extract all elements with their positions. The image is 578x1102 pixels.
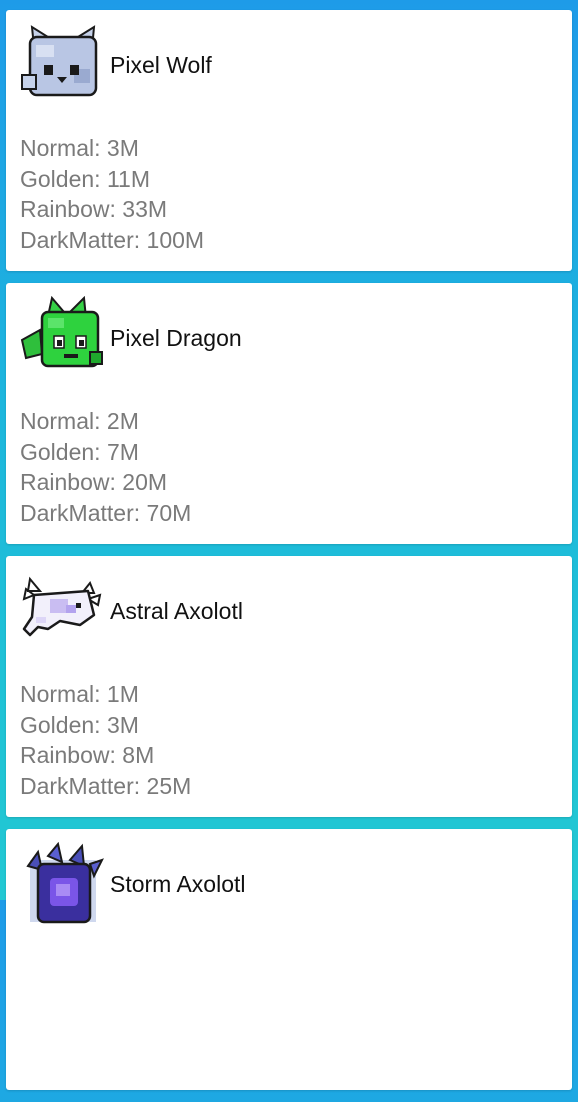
stat-normal: Normal: 3M: [20, 135, 139, 161]
stat-value: 8M: [122, 742, 155, 769]
stat-label: Normal: [20, 135, 95, 161]
stat-value: 20M: [122, 469, 168, 496]
stat-value: 7M: [106, 438, 139, 465]
pet-card-header: Pixel Wolf: [20, 22, 212, 108]
stat-value: 1M: [106, 681, 139, 707]
stat-rainbow: Rainbow: 8M: [20, 742, 155, 769]
stat-label: Rainbow: [20, 469, 110, 496]
stat-value: 33M: [122, 196, 168, 223]
stat-value: 3M: [106, 135, 139, 161]
pet-name: Astral Axolotl: [110, 597, 243, 624]
stat-normal: Normal: 1M: [20, 681, 139, 707]
stat-value: 2M: [106, 408, 139, 434]
pet-card-header: Pixel Dragon: [20, 295, 242, 381]
pet-list: Pixel Wolf Normal: 3M Golden: 11M Rainbo…: [6, 10, 572, 1102]
stat-value: 11M: [106, 165, 150, 192]
pet-card[interactable]: Astral Axolotl Normal: 1M Golden: 3M Rai…: [6, 556, 572, 817]
stat-golden: Golden: 7M: [20, 438, 139, 465]
stat-label: Golden: [20, 711, 95, 738]
stat-label: Rainbow: [20, 196, 110, 223]
stat-value: 3M: [106, 711, 139, 738]
stat-label: DarkMatter: [20, 773, 134, 800]
pet-card-header: Storm Axolotl: [20, 841, 246, 927]
stat-label: DarkMatter: [20, 500, 134, 527]
storm-axolotl-icon: [26, 842, 104, 924]
stat-label: Golden: [20, 165, 95, 192]
pet-name: Pixel Dragon: [110, 324, 242, 351]
stat-label: Normal: [20, 408, 95, 434]
stat-label: DarkMatter: [20, 227, 134, 254]
pet-card[interactable]: Pixel Wolf Normal: 3M Golden: 11M Rainbo…: [6, 10, 572, 271]
stat-darkmatter: DarkMatter: 100M: [20, 227, 205, 254]
stat-label: Rainbow: [20, 742, 110, 769]
pet-name: Pixel Wolf: [110, 51, 212, 78]
stat-darkmatter: DarkMatter: 70M: [20, 500, 192, 527]
pet-card-header: Astral Axolotl: [20, 568, 243, 654]
stat-value: 100M: [146, 227, 205, 254]
pet-value-list: Normal: 3M Golden: 11M Rainbow: 33M Dark…: [20, 133, 204, 256]
stat-rainbow: Rainbow: 20M: [20, 469, 168, 496]
pixel-dragon-icon: [20, 296, 103, 368]
stat-label: Golden: [20, 438, 95, 465]
stat-value: 70M: [146, 500, 192, 527]
stat-golden: Golden: 11M: [20, 165, 150, 192]
pixel-wolf-icon: [21, 25, 98, 97]
pet-value-list: Normal: 1M Golden: 3M Rainbow: 8M DarkMa…: [20, 679, 191, 802]
astral-axolotl-icon: [22, 576, 102, 637]
pet-card[interactable]: Pixel Dragon Normal: 2M Golden: 7M Rainb…: [6, 283, 572, 544]
stat-rainbow: Rainbow: 33M: [20, 196, 168, 223]
stat-darkmatter: DarkMatter: 25M: [20, 773, 192, 800]
stat-golden: Golden: 3M: [20, 711, 139, 738]
pet-name: Storm Axolotl: [110, 870, 246, 897]
stat-value: 25M: [146, 773, 192, 800]
stat-label: Normal: [20, 681, 95, 707]
pet-value-list: Normal: 2M Golden: 7M Rainbow: 20M DarkM…: [20, 406, 191, 529]
stat-normal: Normal: 2M: [20, 408, 139, 434]
pet-card[interactable]: Storm Axolotl: [6, 829, 572, 1090]
